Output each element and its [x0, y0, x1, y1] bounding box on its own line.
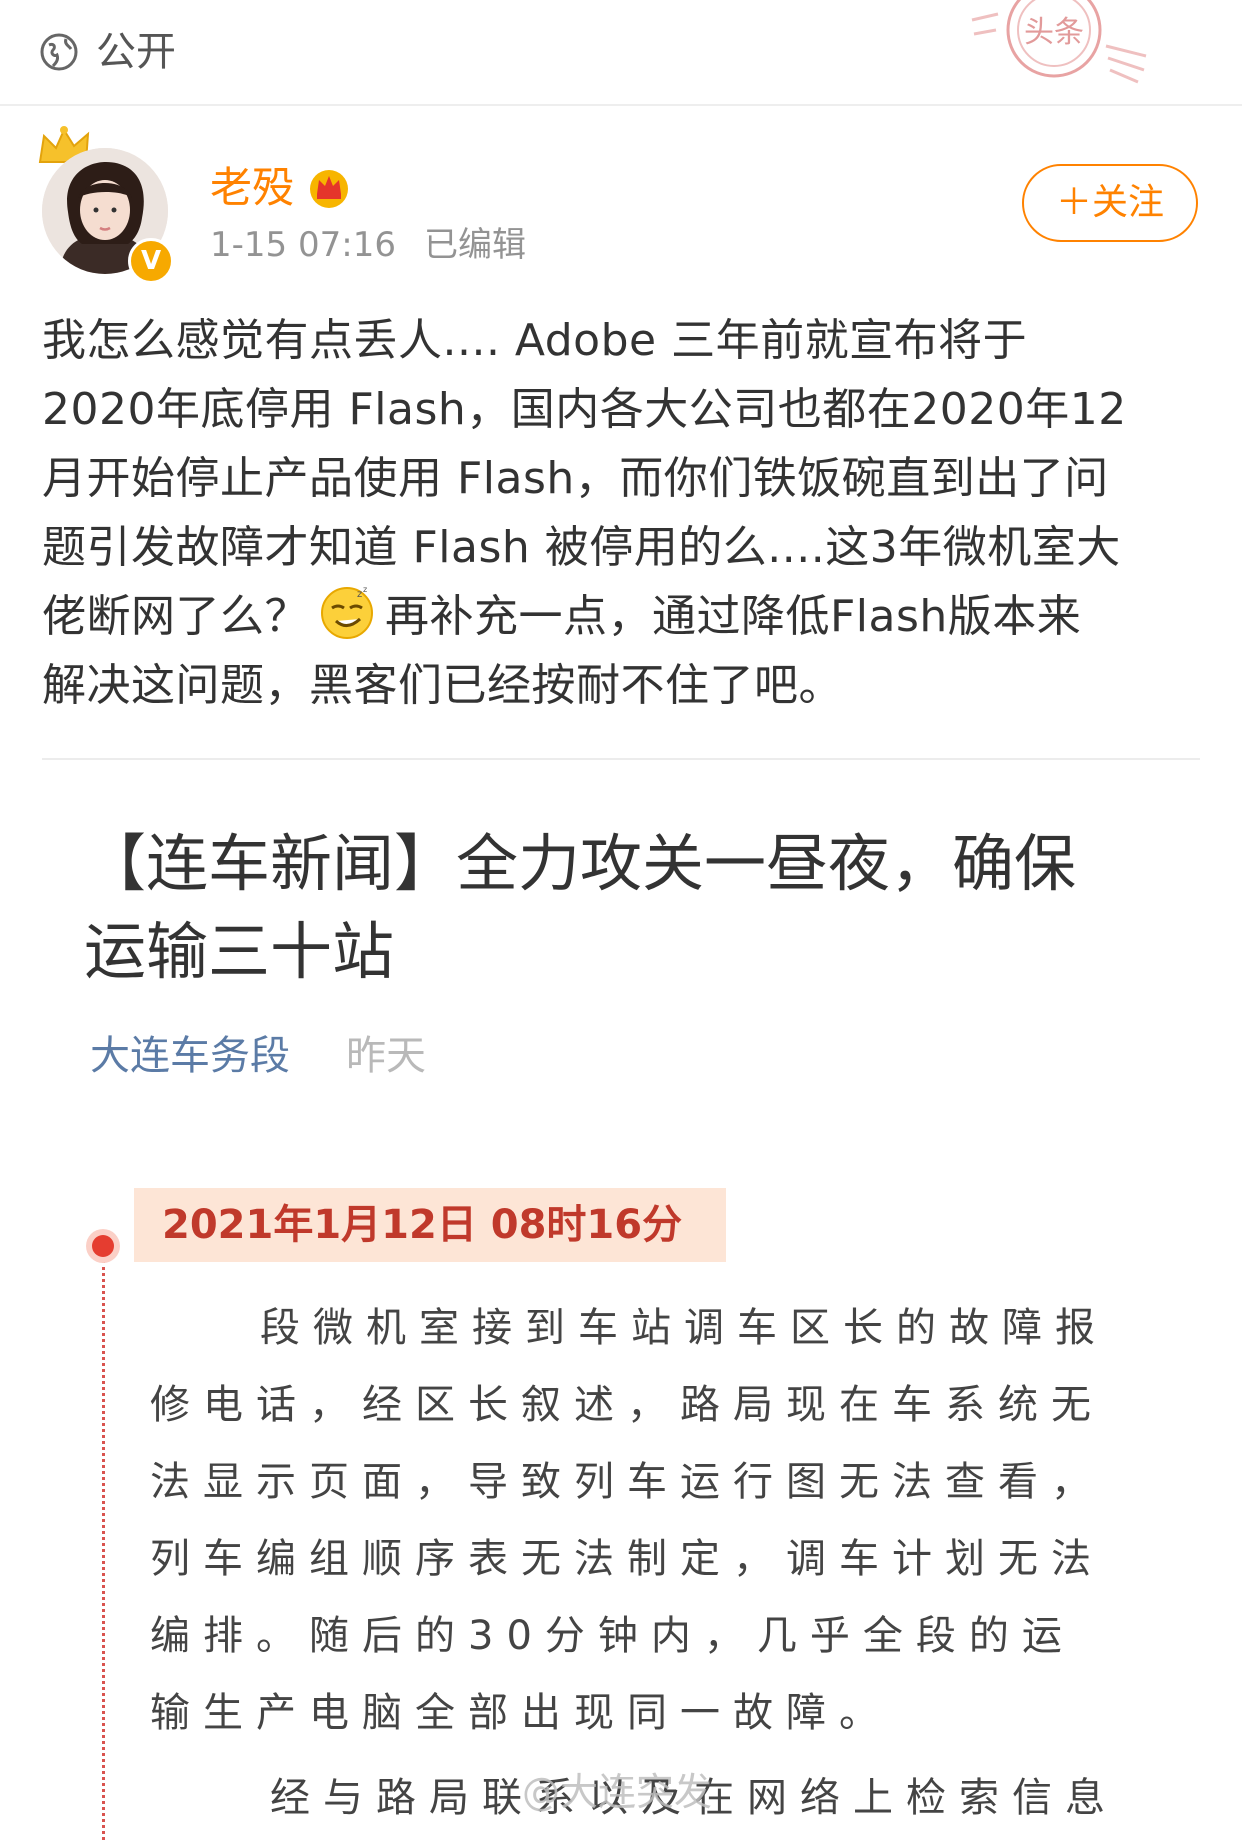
author-name[interactable]: 老殁 — [210, 160, 294, 216]
headline-stamp: 头条 — [971, 0, 1147, 84]
article-title-line: 运输三十站 — [84, 915, 395, 988]
article-title: 【连车新闻】全力攻关一昼夜，确保 运输三十站 — [84, 820, 1164, 996]
post-line: 解决这问题，黑客们已经按耐不住了吧。 — [42, 660, 843, 711]
post-line: 月开始停止产品使用 Flash，而你们铁饭碗直到出了问 — [42, 453, 1109, 504]
time-heading: 2021年1月12日 08时16分 — [162, 1202, 683, 1248]
post-line: 题引发故障才知道 Flash 被停用的么....这3年微机室大 — [42, 522, 1121, 573]
vip-crown-icon — [310, 170, 348, 208]
post-text-segment: 佬断网了么？ — [42, 591, 309, 642]
visibility-label[interactable]: 公开 — [96, 24, 176, 80]
verified-badge: V — [128, 238, 174, 284]
stamp-text: 头条 — [1024, 15, 1084, 50]
post-time: 1-15 07:16 — [210, 225, 396, 265]
article-source: 大连车务段 — [90, 1033, 290, 1079]
article-title-line: 【连车新闻】全力攻关一昼夜，确保 — [84, 827, 1077, 900]
post-line: 2020年底停用 Flash，国内各大公司也都在2020年12 — [42, 384, 1127, 435]
edited-label[interactable]: 已编辑 — [424, 222, 526, 268]
article-paragraph: 段微机室接到车站调车区长的故障报修电话，经区长叙述，路局现在车系统无法显示页面，… — [150, 1305, 1108, 1736]
timeline-line — [102, 1260, 105, 1840]
timeline-dot — [92, 1235, 114, 1257]
watermark: @大连突发 — [522, 1770, 713, 1814]
post-text-segment: 再补充一点，通过降低Flash版本来 — [385, 591, 1082, 642]
follow-button[interactable]: ＋关注 — [1022, 164, 1198, 242]
article-image[interactable]: 【连车新闻】全力攻关一昼夜，确保 运输三十站 大连车务段 昨天 2021年1月1… — [0, 760, 1242, 1840]
post-line: 佬断网了么？ z z 再补充一点，通过降低Flash版本来 — [42, 582, 1202, 651]
svg-text:z: z — [357, 589, 363, 600]
post-body: 我怎么感觉有点丢人.... Adobe 三年前就宣布将于 2020年底停用 Fl… — [42, 306, 1202, 720]
smirk-emoji-icon: z z — [321, 585, 373, 639]
top-bar: 公开 头条 — [0, 0, 1242, 106]
post-line: 我怎么感觉有点丢人.... Adobe 三年前就宣布将于 — [42, 315, 1028, 366]
globe-icon — [40, 33, 78, 71]
article-date: 昨天 — [346, 1033, 426, 1079]
svg-text:z: z — [363, 585, 368, 594]
